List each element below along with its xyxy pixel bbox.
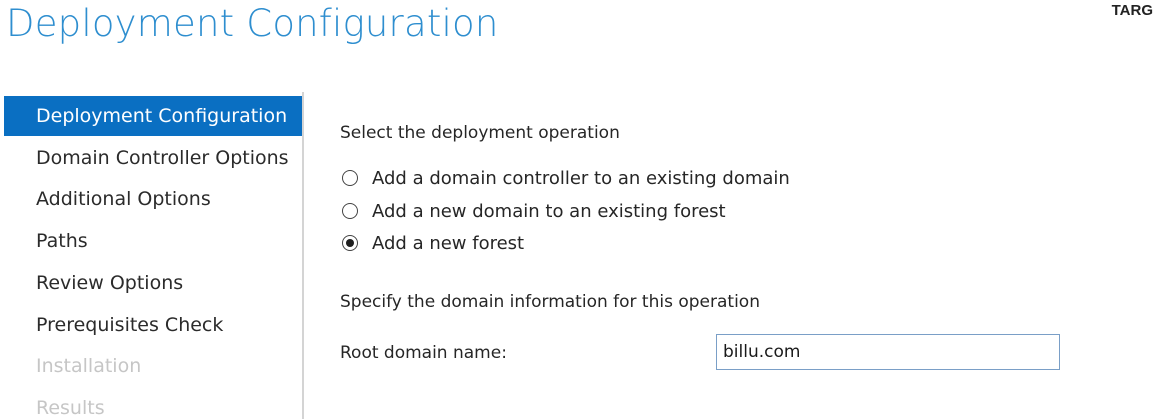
domain-info-heading: Specify the domain information for this … xyxy=(340,292,760,312)
nav-item-domain-controller-options[interactable]: Domain Controller Options xyxy=(4,138,302,178)
radio-button-selected[interactable] xyxy=(342,235,358,251)
nav-item-installation: Installation xyxy=(36,355,142,377)
nav-item-review-options[interactable]: Review Options xyxy=(4,263,302,303)
root-domain-input[interactable] xyxy=(716,334,1060,370)
radio-option-existing-forest[interactable]: Add a new domain to an existing forest xyxy=(342,198,726,224)
wizard-page: Deployment Configuration TARG Deployment… xyxy=(0,0,1153,419)
nav-item-results: Results xyxy=(36,397,105,419)
nav-item-paths[interactable]: Paths xyxy=(4,221,302,261)
radio-option-new-forest[interactable]: Add a new forest xyxy=(342,230,524,256)
root-domain-label: Root domain name: xyxy=(340,343,507,363)
nav-divider xyxy=(302,92,304,419)
radio-label: Add a new forest xyxy=(372,232,525,254)
radio-label: Add a domain controller to an existing d… xyxy=(372,167,790,189)
wizard-nav: Deployment Configuration Domain Controll… xyxy=(4,92,302,419)
nav-item-deployment-configuration[interactable]: Deployment Configuration xyxy=(4,96,302,136)
nav-item-additional-options[interactable]: Additional Options xyxy=(4,179,302,219)
radio-label: Add a new domain to an existing forest xyxy=(372,200,726,222)
target-server-label: TARG xyxy=(1111,2,1153,19)
radio-button[interactable] xyxy=(342,203,358,219)
operation-heading: Select the deployment operation xyxy=(340,123,620,143)
page-title: Deployment Configuration xyxy=(6,2,499,45)
radio-option-existing-domain[interactable]: Add a domain controller to an existing d… xyxy=(342,165,790,191)
nav-item-prerequisites-check[interactable]: Prerequisites Check xyxy=(4,305,302,345)
radio-button[interactable] xyxy=(342,170,358,186)
